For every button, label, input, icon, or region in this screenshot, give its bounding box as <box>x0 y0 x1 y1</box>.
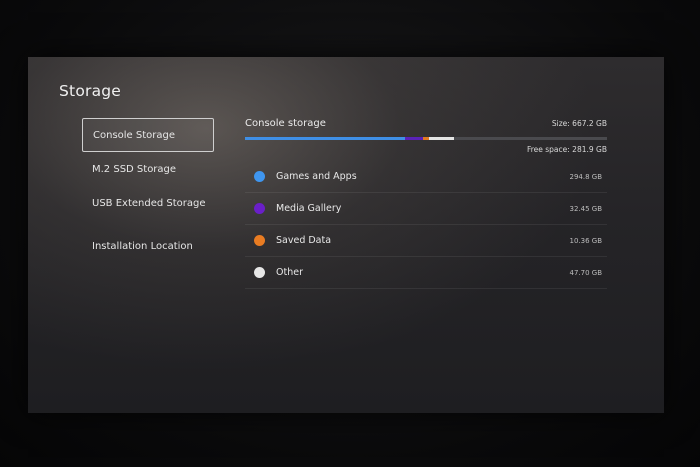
category-label: Games and Apps <box>276 171 357 182</box>
total-size: Size: 667.2 GB <box>551 119 607 128</box>
menu-item-console-storage[interactable]: Console Storage <box>82 118 214 152</box>
color-dot-icon <box>254 171 265 182</box>
free-space: Free space: 281.9 GB <box>526 145 607 154</box>
usage-bar-segment <box>428 137 455 140</box>
menu-item-usb-extended-storage[interactable]: USB Extended Storage <box>82 186 214 220</box>
category-label: Media Gallery <box>276 203 342 214</box>
list-item-media-gallery[interactable]: Media Gallery 32.45 GB <box>245 193 607 225</box>
menu-item-m2-ssd-storage[interactable]: M.2 SSD Storage <box>82 152 214 186</box>
storage-header: Console storage Size: 667.2 GB <box>245 118 607 132</box>
list-item-saved-data[interactable]: Saved Data 10.36 GB <box>245 225 607 257</box>
tv-frame: Storage Console Storage M.2 SSD Storage … <box>0 0 700 467</box>
menu-item-label: M.2 SSD Storage <box>92 163 177 175</box>
list-item-games-and-apps[interactable]: Games and Apps 294.8 GB <box>245 161 607 193</box>
storage-usage-bar <box>245 137 607 140</box>
menu-item-label: Console Storage <box>93 129 176 141</box>
category-label: Saved Data <box>276 235 332 246</box>
console-storage-panel: Console storage Size: 667.2 GB Free spac… <box>245 118 607 289</box>
category-label: Other <box>276 267 303 278</box>
storage-screen: Storage Console Storage M.2 SSD Storage … <box>28 57 664 413</box>
category-size: 10.36 GB <box>569 236 603 245</box>
section-title: Console storage <box>245 118 326 129</box>
color-dot-icon <box>254 235 265 246</box>
color-dot-icon <box>254 267 265 278</box>
usage-bar-segment <box>405 137 423 140</box>
category-size: 47.70 GB <box>569 268 603 277</box>
page-title: Storage <box>59 82 122 100</box>
category-size: 294.8 GB <box>569 172 603 181</box>
color-dot-icon <box>254 203 265 214</box>
category-size: 32.45 GB <box>569 204 603 213</box>
list-item-other[interactable]: Other 47.70 GB <box>245 257 607 289</box>
menu-item-label: Installation Location <box>92 240 193 252</box>
usage-bar-segment <box>245 137 405 140</box>
menu-item-installation-location[interactable]: Installation Location <box>82 229 214 263</box>
storage-menu: Console Storage M.2 SSD Storage USB Exte… <box>82 118 214 263</box>
storage-category-list: Games and Apps 294.8 GB Media Gallery 32… <box>245 161 607 289</box>
menu-item-label: USB Extended Storage <box>92 197 206 209</box>
